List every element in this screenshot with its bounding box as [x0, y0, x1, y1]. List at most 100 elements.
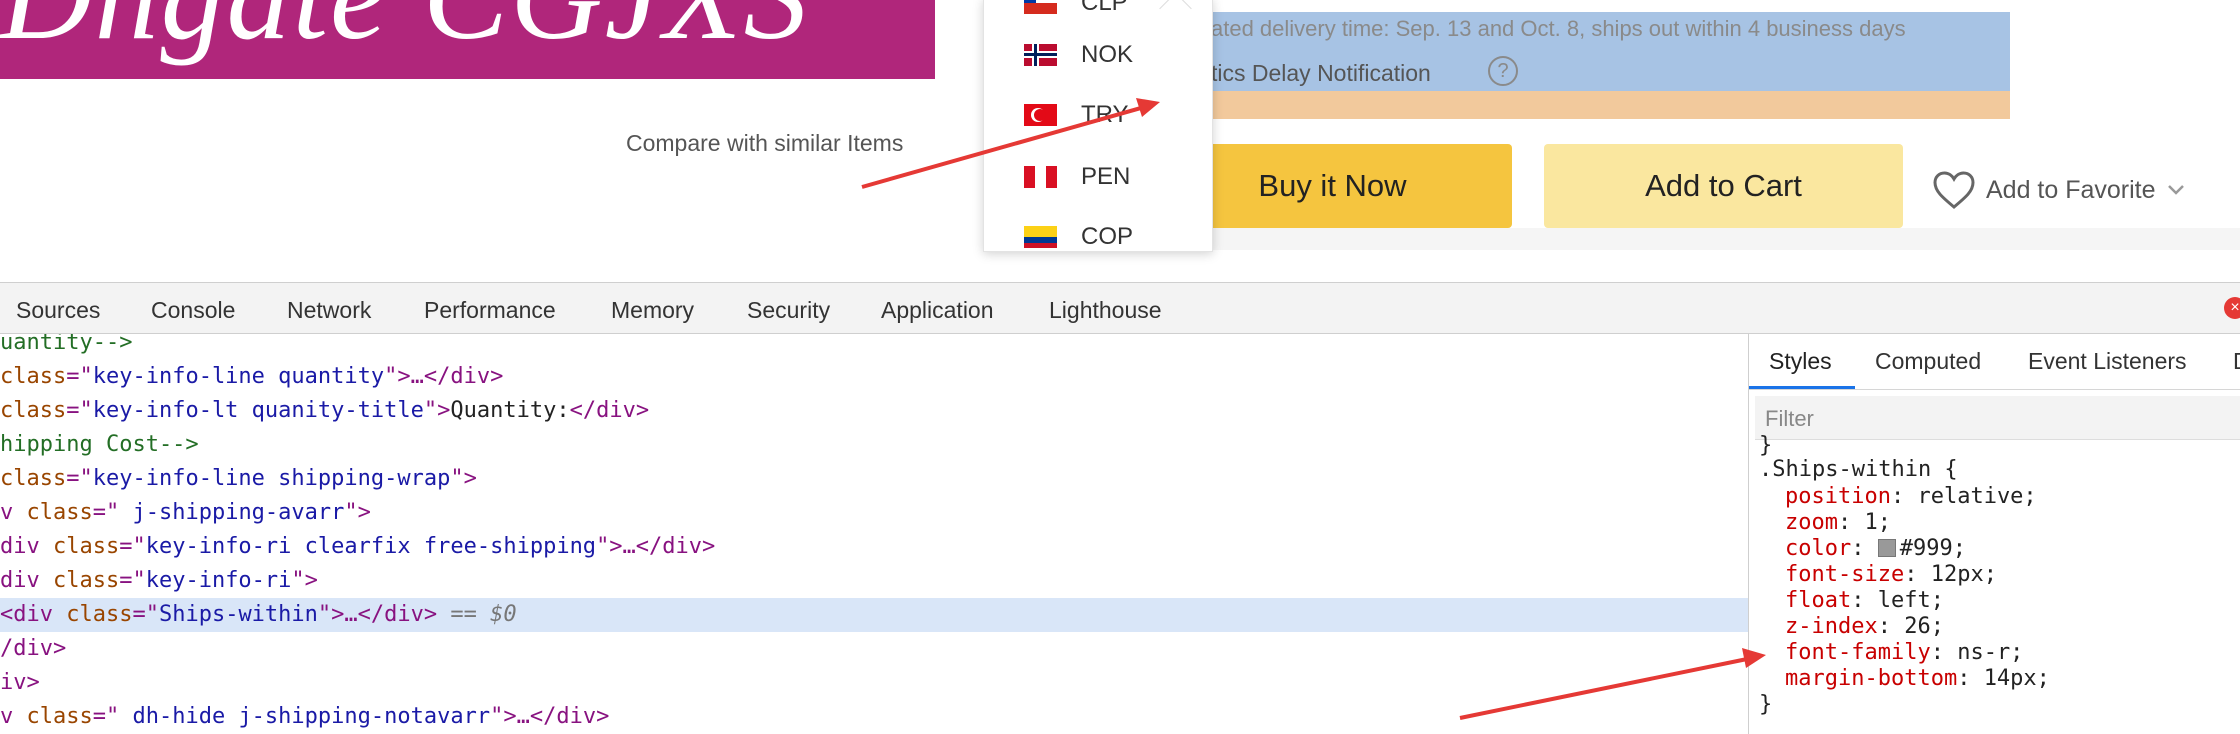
page-background-strip	[1212, 228, 2240, 250]
code-token: class	[52, 534, 120, 559]
currency-code: PEN	[1081, 163, 1131, 190]
css-value: ns-r;	[1957, 640, 2024, 665]
css-declaration[interactable]: z-index: 26;	[1785, 613, 1944, 641]
tab-console[interactable]: Console	[151, 297, 235, 324]
dom-node-line[interactable]: div class="key-info-ri clearfix free-shi…	[0, 530, 1748, 564]
styles-subtabs: Styles Computed Event Listeners D	[1749, 334, 2240, 390]
dom-node-line[interactable]: class="key-info-lt quanity-title">Quanti…	[0, 394, 1748, 428]
css-value: 26;	[1904, 614, 1944, 639]
rule-selector[interactable]: .Ships-within {	[1759, 456, 1958, 484]
currency-option-cop[interactable]: COP	[1024, 217, 1133, 251]
code-token: ="	[92, 704, 120, 729]
code-token: div	[0, 568, 53, 593]
add-to-favorite-label: Add to Favorite	[1986, 175, 2156, 204]
active-tab-indicator	[1749, 386, 1855, 389]
code-token: ">	[450, 466, 477, 491]
code-token: ">…</div>	[490, 704, 610, 729]
dom-node-line[interactable]: v class=" j-shipping-avarr">	[0, 496, 1748, 530]
code-token: key-info-lt quanity-title	[92, 398, 424, 423]
devtools-tab-bar: Sources Console Network Performance Memo…	[0, 282, 2240, 334]
tab-security[interactable]: Security	[747, 297, 830, 324]
tab-computed[interactable]: Computed	[1875, 348, 1981, 375]
delivery-estimate: Estimated delivery time: Sep. 13 and Oct…	[1156, 16, 1906, 41]
css-declaration[interactable]: zoom: 1;	[1785, 509, 1891, 537]
dom-node-line[interactable]: class="key-info-line shipping-wrap">	[0, 462, 1748, 496]
code-token: iv>	[0, 670, 40, 695]
code-token: <div	[0, 602, 67, 627]
code-token: ">	[291, 568, 318, 593]
help-icon[interactable]: ?	[1488, 56, 1518, 86]
code-token: ">	[344, 500, 371, 525]
dom-node-line[interactable]: v class=" dh-hide j-shipping-notavarr">……	[0, 700, 1748, 734]
add-to-cart-button[interactable]: Add to Cart	[1544, 144, 1903, 228]
code-token: ="	[66, 398, 93, 423]
currency-option-nok[interactable]: NOK	[1024, 35, 1133, 75]
tab-event-listeners[interactable]: Event Listeners	[2028, 348, 2187, 375]
dom-node-line[interactable]: div class="key-info-ri">	[0, 564, 1748, 598]
code-token: j-shipping-avarr	[119, 500, 345, 525]
css-property: z-index	[1785, 614, 1878, 639]
tab-application[interactable]: Application	[881, 297, 994, 324]
tab-network[interactable]: Network	[287, 297, 371, 324]
code-token: dh-hide j-shipping-notavarr	[119, 704, 491, 729]
currency-option-try[interactable]: TRY	[1024, 95, 1129, 135]
css-declaration[interactable]: position: relative;	[1785, 483, 2037, 511]
dom-node-selected[interactable]: <div class="Ships-within">…</div> == $0	[0, 598, 1748, 632]
code-token: class	[26, 704, 93, 729]
code-token: class	[66, 602, 133, 627]
store-banner: Dhgate CGJXS	[0, 0, 935, 79]
styles-filter[interactable]: Filter	[1755, 396, 2240, 440]
tab-dom-breakpoints[interactable]: D	[2233, 348, 2240, 375]
dom-node-line[interactable]: uantity-->	[0, 334, 1748, 360]
code-token: v	[0, 500, 27, 525]
code-token: == $0	[437, 602, 517, 627]
color-swatch[interactable]	[1877, 539, 1896, 557]
code-token: Ships-within	[158, 602, 318, 627]
dom-node-line[interactable]: class="key-info-line quantity">…</div>	[0, 360, 1748, 394]
code-token: ">…</div>	[317, 602, 438, 627]
banner-logo-text: Dhgate CGJXS	[0, 0, 810, 69]
css-declaration[interactable]: margin-bottom: 14px;	[1785, 665, 2050, 693]
close-icon[interactable]: ×	[2224, 297, 2240, 319]
code-token: ">…</div>	[596, 534, 716, 559]
dom-node-line[interactable]: iv>	[0, 666, 1748, 700]
css-property: color	[1785, 536, 1852, 561]
dom-node-line[interactable]: /div>	[0, 632, 1748, 666]
currency-code: CLP	[1081, 0, 1128, 16]
add-to-favorite[interactable]: Add to Favorite	[1932, 170, 2186, 210]
currency-option-clp[interactable]: CLP	[1024, 0, 1128, 23]
tab-performance[interactable]: Performance	[424, 297, 556, 324]
filter-placeholder: Filter	[1765, 406, 1814, 431]
css-property: position	[1785, 484, 1891, 509]
dom-node-line[interactable]: hipping Cost-->	[0, 428, 1748, 462]
currency-option-pen[interactable]: PEN	[1024, 157, 1130, 197]
currency-dropdown[interactable]: CLP NOK TRY PEN COP	[983, 0, 1213, 252]
css-declaration[interactable]: font-size: 12px;	[1785, 561, 1997, 589]
code-token: ="	[66, 466, 93, 491]
currency-code: NOK	[1081, 41, 1134, 68]
css-rule: } .Ships-within { position: relative; zoo…	[1749, 433, 2240, 734]
css-property: font-family	[1785, 640, 1931, 665]
code-token: /div>	[0, 636, 67, 661]
css-value: 14px;	[1983, 666, 2050, 691]
tab-sources[interactable]: Sources	[16, 297, 100, 324]
code-token: div	[0, 534, 53, 559]
compare-similar-link[interactable]: Compare with similar Items	[626, 130, 903, 157]
css-declaration[interactable]: float: left;	[1785, 587, 1944, 615]
chevron-down-icon[interactable]	[2166, 183, 2186, 197]
code-token: class	[0, 364, 67, 389]
dropdown-pointer	[1159, 0, 1192, 25]
code-token: </div>	[569, 398, 650, 423]
elements-panel: uantity--> class="key-info-line quantity"…	[0, 334, 1748, 734]
tab-memory[interactable]: Memory	[611, 297, 694, 324]
css-declaration[interactable]: color: #999;	[1785, 535, 1966, 563]
css-value: 12px;	[1930, 562, 1997, 587]
tab-lighthouse[interactable]: Lighthouse	[1049, 297, 1162, 324]
code-token: key-info-ri clearfix free-shipping	[145, 534, 597, 559]
tab-styles[interactable]: Styles	[1769, 348, 1832, 375]
chile-flag-icon	[1024, 0, 1057, 14]
peru-flag-icon	[1024, 166, 1057, 188]
css-declaration[interactable]: font-family: ns-r;	[1785, 639, 2023, 667]
code-token: uantity-->	[0, 334, 133, 355]
code-token: ">	[423, 398, 451, 423]
